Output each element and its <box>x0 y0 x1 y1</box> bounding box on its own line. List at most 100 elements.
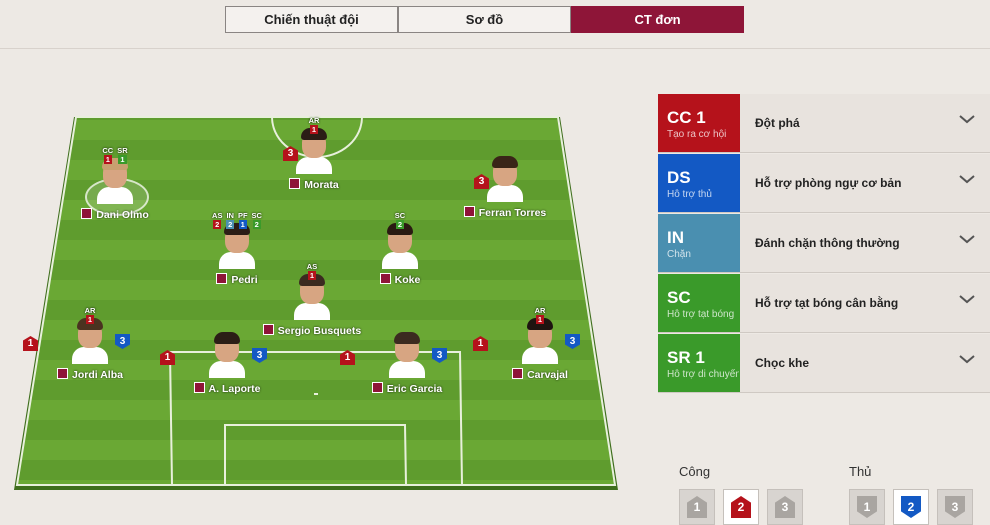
player-name-text: Dani Olmo <box>96 209 149 221</box>
role-code: AS <box>306 262 318 271</box>
defense-level-badge: 3 <box>115 334 130 349</box>
player-name-text: A. Laporte <box>208 383 261 395</box>
instruction-row[interactable]: DS Hỗ trợ thủ Hỗ trợ phòng ngự cơ bản <box>658 154 990 213</box>
player-portrait <box>382 223 418 269</box>
player-card[interactable]: Sergio Busquets AS 1 <box>257 262 367 338</box>
player-name-text: Eric Garcia <box>386 383 443 395</box>
player-portrait <box>219 223 255 269</box>
player-card[interactable]: Morata 3 AR 1 <box>259 116 369 193</box>
player-name-text: Koke <box>394 274 421 286</box>
role-level: 1 <box>238 220 247 229</box>
attack-level-button[interactable]: 2 <box>723 489 759 525</box>
defense-level-badge: 3 <box>565 334 580 349</box>
role-level: 1 <box>309 125 319 134</box>
defense-level-badge: 3 <box>432 348 447 363</box>
instruction-row[interactable]: SC Hỗ trợ tạt bóng Hỗ trợ tạt bóng cân bằn… <box>658 274 990 333</box>
defense-level-icon: 1 <box>857 496 877 518</box>
player-name-text: Carvajal <box>527 369 568 381</box>
chevron-down-icon[interactable] <box>958 352 976 370</box>
player-card[interactable]: A. Laporte 1 3 <box>160 332 282 397</box>
player-card[interactable]: Eric Garcia 1 3 <box>340 332 462 397</box>
player-portrait <box>296 128 332 174</box>
player-portrait <box>294 274 330 320</box>
player-card[interactable]: Jordi Alba 1 3 AR 1 <box>23 306 145 382</box>
instruction-subtitle: Tạo ra cơ hội <box>667 129 727 140</box>
instruction-value: Hỗ trợ tạt bóng cân bằng <box>755 296 899 310</box>
player-name: Carvajal <box>485 365 595 383</box>
role-code: SR <box>117 146 128 155</box>
player-portrait <box>209 332 245 378</box>
attack-label: Công <box>679 464 711 479</box>
instruction-code: CC 1 <box>667 108 706 127</box>
instruction-row[interactable]: CC 1 Tạo ra cơ hội Đột phá <box>658 94 990 153</box>
role-level: 2 <box>226 220 235 229</box>
role-tag: AS 2 <box>211 211 223 229</box>
role-code: AR <box>308 116 320 125</box>
team-flag-icon <box>463 206 475 217</box>
role-tag: AR 1 <box>534 306 547 324</box>
role-code: AR <box>84 306 96 315</box>
player-name-text: Morata <box>304 179 339 191</box>
instruction-type-box: SC Hỗ trợ tạt bóng <box>658 274 740 332</box>
instruction-value: Đột phá <box>755 116 800 130</box>
team-flag-icon <box>371 382 383 393</box>
role-level: 2 <box>252 220 261 229</box>
attack-level-icon: 1 <box>687 496 707 518</box>
role-tag: CC 1 <box>101 146 114 164</box>
role-tag: SC 2 <box>394 211 406 229</box>
player-name: A. Laporte <box>172 379 282 397</box>
team-flag-icon <box>379 273 391 284</box>
role-tag: SC 2 <box>251 211 263 229</box>
role-code: SC <box>394 211 406 220</box>
role-code: AR <box>534 306 546 315</box>
chevron-down-icon[interactable] <box>958 232 976 250</box>
role-level: 1 <box>85 315 95 324</box>
player-card[interactable]: Carvajal 1 3 AR 1 <box>473 306 595 383</box>
player-portrait <box>97 158 133 204</box>
instruction-type-box: IN Chặn <box>658 214 740 272</box>
team-flag-icon <box>512 368 524 379</box>
attack-level-button[interactable]: 3 <box>767 489 803 525</box>
role-code: SC <box>251 211 262 220</box>
chevron-down-icon[interactable] <box>958 292 976 310</box>
role-code: CC <box>102 146 114 155</box>
instruction-type-box: DS Hỗ trợ thủ <box>658 154 740 212</box>
player-portrait <box>389 332 425 378</box>
attack-level-button[interactable]: 1 <box>679 489 715 525</box>
defense-level-button[interactable]: 3 <box>937 489 973 525</box>
instruction-row[interactable]: IN Chặn Đánh chặn thông thường <box>658 214 990 273</box>
role-level: 2 <box>395 220 405 229</box>
role-level: 1 <box>118 155 127 164</box>
instruction-subtitle: Chặn <box>667 249 691 260</box>
defense-level-button[interactable]: 2 <box>893 489 929 525</box>
player-name: Dani Olmo <box>60 205 170 223</box>
defense-level-badge: 3 <box>252 348 267 363</box>
instruction-value: Chọc khe <box>755 356 810 370</box>
player-name-text: Pedri <box>231 274 258 286</box>
role-level: 1 <box>307 271 317 280</box>
chevron-down-icon[interactable] <box>958 172 976 190</box>
player-card[interactable]: Dani Olmo CC 1 SR 1 <box>60 146 170 223</box>
player-name: Morata <box>259 175 369 193</box>
attack-level-icon: 3 <box>775 496 795 518</box>
team-flag-icon <box>57 368 69 379</box>
role-tag: AR 1 <box>308 116 321 134</box>
player-name: Eric Garcia <box>352 379 462 397</box>
role-tags: AS 2 IN 2 PF 1 SC 2 <box>182 211 292 229</box>
instruction-panel: CC 1 Tạo ra cơ hội Đột phá DS Hỗ trợ thủ Hỗ t… <box>658 94 990 394</box>
chevron-down-icon[interactable] <box>958 112 976 130</box>
role-tags: CC 1 SR 1 <box>60 146 170 164</box>
player-card[interactable]: Ferran Torres 3 <box>450 156 560 220</box>
defense-label: Thủ <box>849 464 872 479</box>
team-flag-icon <box>216 273 228 284</box>
defense-level-button[interactable]: 1 <box>849 489 885 525</box>
defense-level-icon: 2 <box>901 496 921 518</box>
role-tag: AR 1 <box>84 306 97 324</box>
role-level: 2 <box>213 220 222 229</box>
role-tag: IN 2 <box>225 211 235 229</box>
attack-level-icon: 2 <box>731 496 751 518</box>
role-level: 1 <box>103 155 112 164</box>
instruction-row[interactable]: SR 1 Hỗ trợ di chuyển Chọc khe <box>658 334 990 393</box>
instruction-subtitle: Hỗ trợ thủ <box>667 189 712 200</box>
instruction-type-box: SR 1 Hỗ trợ di chuyển <box>658 334 740 392</box>
